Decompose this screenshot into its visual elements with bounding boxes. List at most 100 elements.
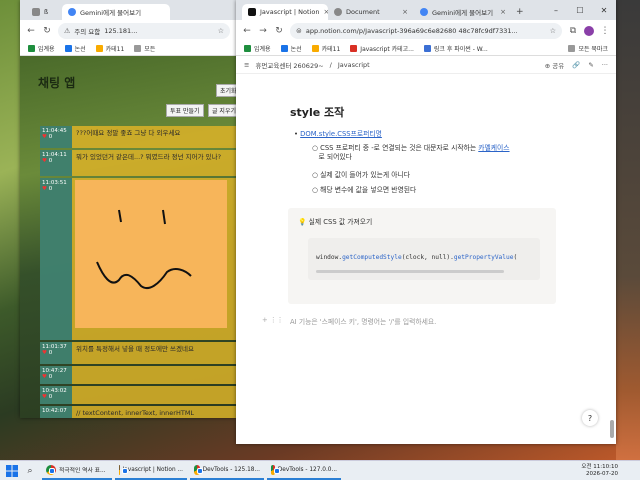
extensions-icon[interactable]: ⧉ — [568, 26, 578, 36]
windows-start-icon[interactable] — [3, 462, 21, 480]
heart-icon[interactable]: ♥ — [42, 134, 47, 140]
heart-icon[interactable]: ♥ — [42, 394, 47, 400]
bookmark-item[interactable]: 입계용 — [244, 44, 271, 53]
bookmark-item[interactable]: 논선 — [64, 44, 86, 53]
link-icon[interactable]: 🔗 — [572, 61, 580, 69]
share-button[interactable]: ⊕ 공유 — [545, 60, 565, 70]
star-icon[interactable]: ☆ — [550, 27, 556, 35]
block-handle[interactable]: + ⋮⋮ — [262, 316, 283, 325]
taskbar-item[interactable]: DevTools - 127.0.0... — [267, 462, 341, 480]
tab-document[interactable]: Document × — [328, 4, 414, 20]
taskbar-item-label: DevTools - 125.18... — [202, 466, 260, 473]
edit-icon[interactable]: ✎ — [588, 61, 593, 69]
clear-button[interactable]: 글 지우기 — [208, 104, 236, 117]
bookmark-item[interactable]: 카테11 — [95, 44, 124, 53]
chrome-icon — [46, 464, 56, 475]
bookmark-item[interactable]: 카테11 — [311, 44, 340, 53]
nav-toolbar: ← ↻ ⚠ 주의 요함 125.181... ☆ — [20, 20, 236, 42]
close-icon[interactable]: × — [500, 8, 506, 16]
code-scrollbar[interactable] — [316, 270, 504, 273]
bookmark-icon — [244, 45, 251, 52]
taskbar: ⌕ 적극적인 역사 표... Javascript | Notion ... D… — [0, 460, 640, 480]
desktop-edge — [616, 0, 640, 460]
star-icon[interactable]: ☆ — [218, 27, 224, 35]
share-label: 공유 — [552, 61, 565, 70]
reset-button[interactable]: 초기화 — [216, 84, 236, 97]
code-token: getComputedStyle — [342, 254, 402, 261]
chat-message: 11:04:11 ♥ 0 뭐가 있었던거 같은데...? 뭐였드라 정넌 지어가 … — [40, 150, 236, 176]
callout-title: 💡 실제 CSS 값 가져오기 — [298, 218, 372, 227]
back-icon[interactable]: ← — [26, 26, 36, 36]
bookmark-item[interactable]: 링크 후 파이썬 - W... — [423, 44, 488, 53]
message-meta: 11:01:37 ♥ 0 — [40, 342, 72, 364]
create-vote-button[interactable]: 투표 만들기 — [166, 104, 204, 117]
message-meta: 11:03:51 ♥ 0 — [40, 178, 72, 340]
bookmarks-bar: 입계용 논선 카테11 모든 — [20, 42, 236, 56]
menu-icon[interactable]: ⋮ — [600, 26, 610, 36]
bookmark-label: Javascript 카테고... — [360, 46, 414, 53]
heart-icon[interactable]: ♥ — [42, 374, 47, 380]
heart-icon[interactable]: ♥ — [42, 186, 47, 192]
more-icon[interactable]: ··· — [602, 61, 608, 69]
bookmark-icon — [423, 45, 431, 52]
warning-icon: ⚠ — [64, 27, 71, 35]
back-icon[interactable]: ← — [242, 26, 252, 36]
close-icon[interactable]: × — [402, 8, 408, 16]
bullet-link[interactable]: DOM.style.CSS프로퍼티명 — [300, 130, 382, 138]
maximize-icon[interactable]: ☐ — [568, 0, 592, 20]
folder-icon — [568, 45, 576, 52]
address-bar[interactable]: ⚠ 주의 요함 125.181... ☆ — [58, 23, 230, 39]
bookmark-label: 논선 — [290, 46, 302, 53]
bookmark-item[interactable]: 논선 — [280, 44, 302, 53]
camelcase-link[interactable]: 카멜케이스 — [478, 144, 509, 152]
bookmark-icon — [311, 45, 319, 52]
breadcrumb-item[interactable]: 휴먼교육센터 260629~ — [255, 60, 323, 70]
code-token: ( — [513, 254, 518, 261]
tab-chat-app[interactable]: ß — [26, 4, 62, 20]
page-scrollbar[interactable] — [610, 80, 614, 440]
tab-gemini[interactable]: Gemini에게 물어보기 — [62, 4, 170, 20]
close-window-icon[interactable]: ✕ — [592, 0, 616, 20]
chrome-icon — [119, 464, 125, 475]
code-block[interactable]: window.getComputedStyle(clock, null).get… — [308, 238, 540, 280]
topbar-actions: ⊕ 공유 🔗 ✎ ··· — [545, 60, 608, 70]
bookmark-icon — [28, 45, 35, 52]
bookmark-item[interactable]: 모든 — [134, 44, 155, 53]
all-bookmarks[interactable]: 모든 북마크 — [568, 44, 608, 53]
taskbar-item[interactable]: Javascript | Notion ... — [115, 462, 187, 480]
breadcrumb-item[interactable]: Javascript — [338, 61, 370, 69]
help-button[interactable]: ? — [582, 410, 598, 426]
scrollbar-thumb[interactable] — [610, 420, 614, 438]
new-tab-icon[interactable]: + — [512, 4, 528, 20]
folder-icon — [134, 45, 142, 52]
tab-gemini[interactable]: Gemini에게 물어보기 × — [414, 4, 512, 20]
message-meta: 10:42:07 — [40, 406, 72, 418]
bookmark-item[interactable]: Javascript 카테고... — [350, 44, 414, 53]
heart-icon[interactable]: ♥ — [42, 158, 47, 164]
message-meta: 11:04:45 ♥ 0 — [40, 126, 72, 148]
taskbar-item-label: Javascript | Notion ... — [122, 466, 183, 473]
bookmark-item[interactable]: 입계용 — [28, 44, 55, 53]
profile-avatar[interactable] — [584, 26, 594, 36]
sub-bullet: ○ 실제 값이 들어가 있는게 아니다 — [312, 171, 411, 179]
reload-icon[interactable]: ↻ — [274, 26, 284, 36]
editor-placeholder[interactable]: AI 기능은 '스페이스 키', 명령어는 '/'를 입력하세요. — [290, 316, 436, 326]
search-icon[interactable]: ⌕ — [21, 462, 39, 480]
system-clock[interactable]: 오전 11:10:10 2026-07-20 — [581, 464, 640, 478]
taskbar-item[interactable]: DevTools - 125.18... — [190, 462, 264, 480]
sidebar-menu-icon[interactable]: ≡ — [244, 61, 249, 69]
notion-page: style 조작 • DOM.style.CSS프로퍼티명 ○ CSS 프로퍼티… — [236, 74, 616, 444]
gemini-icon — [420, 8, 428, 16]
taskbar-item[interactable]: 적극적인 역사 표... — [42, 462, 112, 480]
clock-date: 2026-07-20 — [586, 470, 618, 477]
address-bar[interactable]: ⊜ app.notion.com/p/Javascript-396a69c6e8… — [290, 23, 562, 39]
site-info-icon[interactable]: ⊜ — [296, 27, 302, 35]
forward-icon[interactable]: → — [258, 26, 268, 36]
heart-icon[interactable]: ♥ — [42, 350, 47, 356]
notion-topbar: ≡ 휴먼교육센터 260629~ / Javascript ⊕ 공유 🔗 ✎ ·… — [236, 56, 616, 74]
minimize-icon[interactable]: – — [544, 0, 568, 20]
reload-icon[interactable]: ↻ — [42, 26, 52, 36]
tab-notion[interactable]: Javascript | Notion × — [242, 4, 328, 20]
nav-toolbar: ← → ↻ ⊜ app.notion.com/p/Javascript-396a… — [236, 20, 616, 42]
message-text: 뭐가 있었던거 같은데...? 뭐였드라 정넌 지어가 있나? — [76, 153, 222, 161]
